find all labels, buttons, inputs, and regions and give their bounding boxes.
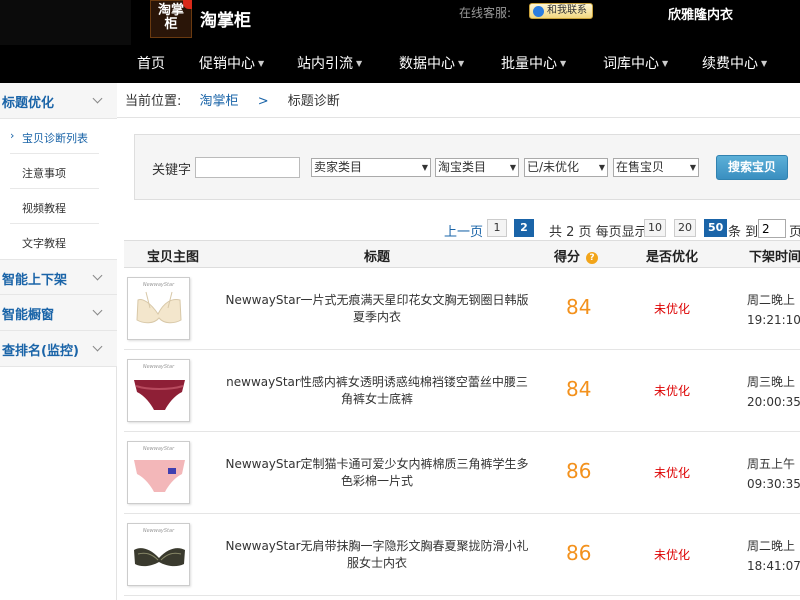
product-title[interactable]: NewwayStar无肩带抹胸一字隐形文胸春夏聚拢防滑小礼服女士内衣 [222,538,532,572]
dropdown-arrow-icon: ▼ [509,163,516,172]
nav-home[interactable]: 首页 [137,45,165,83]
chevron-down-icon: ▼ [761,59,768,68]
chevron-down-icon [92,270,103,281]
sidebar-group-showcase[interactable]: 智能橱窗 [0,295,117,331]
sidebar: 标题优化 › 宝贝诊断列表 注意事项 视频教程 文字教程 智能上下架 智能橱窗 … [0,83,117,600]
off-shelf-time: 周三晚上 20:00:35 [747,375,800,409]
chevron-down-icon: ▼ [458,59,465,68]
table-row: NewwayStar NewwayStar定制猫卡通可爱少女内裤棉质三角裤学生多… [124,432,800,514]
col-optimized: 是否优化 [646,250,699,265]
sidebar-group-title-optimize[interactable]: 标题优化 [0,83,117,119]
header-left-panel [0,0,131,45]
pagination-total: 共 2 页 每页显示 [549,225,648,240]
score-value: 84 [566,295,592,319]
score-value: 84 [566,377,592,401]
chevron-down-icon: ▼ [356,59,363,68]
product-title[interactable]: NewwayStar一片式无痕满天星印花女文胸无钢圈日韩版夏季内衣 [222,292,532,326]
nav-keyword[interactable]: 词库中心 ▼ [603,45,668,83]
optimized-status: 未优化 [654,548,691,562]
main-nav: 首页 促销中心 ▼ 站内引流 ▼ 数据中心 ▼ 批量中心 ▼ 词库中心 ▼ 续费中心 ▼ [0,45,800,83]
table-row: NewwayStar NewwayStar无肩带抹胸一字隐形文胸春夏聚拢防滑小礼… [124,514,800,596]
chevron-down-icon: ▼ [258,59,265,68]
search-button[interactable]: 搜索宝贝 [716,155,788,180]
page-size-50[interactable]: 50 [704,219,728,237]
breadcrumb: 当前位置: 淘掌柜 > 标题诊断 [125,90,340,109]
sidebar-item-text-tutorial[interactable]: 文字教程 [0,224,117,259]
dropdown-arrow-icon: ▼ [421,163,428,172]
top-header: 淘掌柜 淘掌柜 在线客服: 和我联系 欣雅隆内衣 [0,0,800,45]
score-value: 86 [566,459,592,483]
logo-badge-icon [183,0,192,9]
page-1-button[interactable]: 1 [487,219,507,237]
col-image: 宝贝主图 [147,250,200,265]
off-shelf-time: 周二晚上 19:21:10 [747,293,800,327]
divider [117,117,800,118]
page-size-10[interactable]: 10 [644,219,666,237]
chevron-down-icon [92,305,103,316]
help-icon[interactable]: ? [586,252,599,264]
product-thumbnail[interactable]: NewwayStar [127,441,190,504]
chevron-down-icon: ▼ [560,59,567,68]
logo-text: 淘掌柜 [157,3,184,32]
col-off-shelf: 下架时间 [749,250,800,265]
prev-page-link[interactable]: 上一页 [444,221,483,240]
brand-name[interactable]: 淘掌柜 [200,6,251,31]
nav-batch[interactable]: 批量中心 ▼ [501,45,566,83]
sidebar-item-video-tutorial[interactable]: 视频教程 [0,189,117,224]
taobao-category-select[interactable]: 淘宝类目 ▼ [435,158,519,177]
sidebar-group-ranking[interactable]: 查排名(监控) [0,331,117,367]
sidebar-item-diagnosis-list[interactable]: › 宝贝诊断列表 [0,119,117,154]
dropdown-arrow-icon: ▼ [598,163,605,172]
nav-promotion[interactable]: 促销中心 ▼ [199,45,264,83]
sidebar-item-notes[interactable]: 注意事项 [0,154,117,189]
contact-button-label: 和我联系 [547,5,587,16]
optimized-status: 未优化 [654,466,691,480]
breadcrumb-current: 标题诊断 [287,94,340,109]
breadcrumb-separator: > [257,94,269,109]
chevron-right-icon: › [10,129,15,142]
page-2-button[interactable]: 2 [514,219,534,237]
online-service-label: 在线客服: [459,6,512,20]
table-header: 宝贝主图 标题 得分? 是否优化 下架时间 [124,240,800,268]
product-thumbnail[interactable]: NewwayStar [127,277,190,340]
status-select[interactable]: 在售宝贝 ▼ [613,158,699,177]
nav-traffic[interactable]: 站内引流 ▼ [297,45,362,83]
breadcrumb-home-link[interactable]: 淘掌柜 [200,94,239,109]
optimized-select[interactable]: 已/未优化 ▼ [524,158,608,177]
off-shelf-time: 周二晚上 18:41:07 [747,539,800,573]
filter-panel: 关键字 卖家类目 ▼ 淘宝类目 ▼ 已/未优化 ▼ 在售宝贝 ▼ 搜索宝贝 [134,134,800,200]
optimized-status: 未优化 [654,302,691,316]
breadcrumb-prefix: 当前位置: [125,94,182,109]
col-score: 得分? [554,246,599,265]
product-thumbnail[interactable]: NewwayStar [127,523,190,586]
goto-page-input[interactable] [758,219,786,238]
page-size-20[interactable]: 20 [674,219,696,237]
store-name: 欣雅隆内衣 [668,8,734,23]
product-title[interactable]: NewwayStar定制猫卡通可爱少女内裤棉质三角裤学生多色彩棉一片式 [222,456,532,490]
product-thumbnail[interactable]: NewwayStar [127,359,190,422]
chevron-down-icon [92,341,103,352]
seller-category-select[interactable]: 卖家类目 ▼ [311,158,431,177]
nav-data[interactable]: 数据中心 ▼ [399,45,464,83]
optimized-status: 未优化 [654,384,691,398]
contact-button[interactable]: 和我联系 [529,3,593,19]
col-title: 标题 [364,250,391,265]
chevron-down-icon: ▼ [662,59,669,68]
qq-icon [533,5,544,17]
pagination-suffix: 页 [789,225,800,240]
table-row: NewwayStar newwayStar性感内裤女透明诱惑纯棉裆镂空蕾丝中腰三… [124,350,800,432]
product-title[interactable]: newwayStar性感内裤女透明诱惑纯棉裆镂空蕾丝中腰三角裤女士底裤 [222,374,532,408]
sidebar-group-shelf[interactable]: 智能上下架 [0,259,117,295]
off-shelf-time: 周五上午 09:30:35 [747,457,800,491]
nav-renew[interactable]: 续费中心 ▼ [702,45,767,83]
dropdown-arrow-icon: ▼ [689,163,696,172]
table-row: NewwayStar NewwayStar一片式无痕满天星印花女文胸无钢圈日韩版… [124,268,800,350]
keyword-label: 关键字 [152,163,192,178]
keyword-input[interactable] [195,157,300,178]
chevron-down-icon [92,93,103,104]
score-value: 86 [566,541,592,565]
pagination-per-text: 条 到 [728,225,759,240]
